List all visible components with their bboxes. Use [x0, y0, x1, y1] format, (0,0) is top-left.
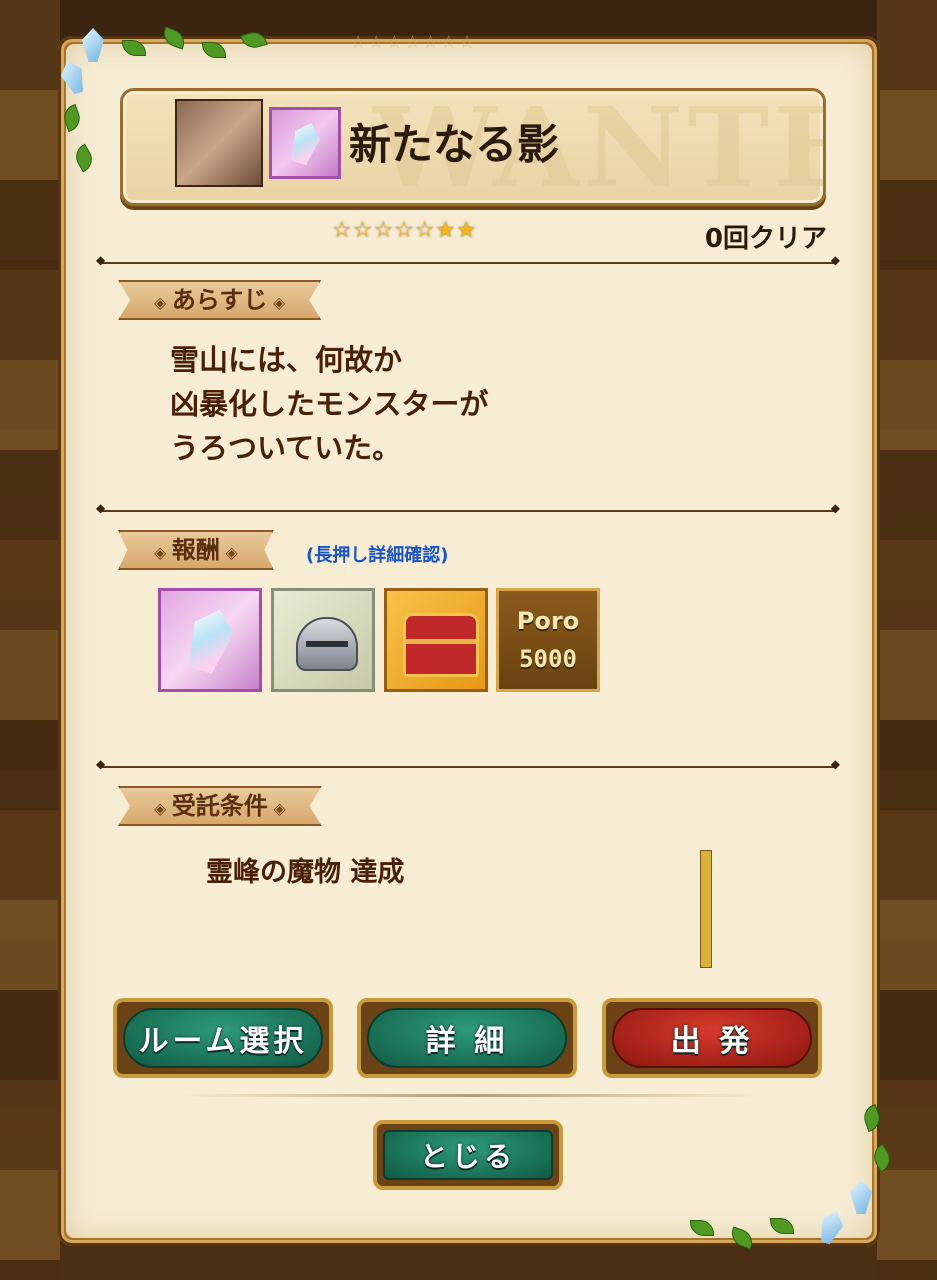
- section-label-story: ◈ あらすじ ◈: [118, 280, 322, 320]
- section-label-rewards: ◈ 報酬 ◈: [118, 530, 274, 570]
- difficulty-stars: ☆☆☆☆☆★★: [332, 218, 478, 243]
- vine-decoration-top-left: [52, 20, 272, 190]
- vine-decoration-bottom-right: [670, 1100, 900, 1270]
- depart-button[interactable]: 出 発: [602, 998, 822, 1078]
- background-right-wall: [877, 0, 937, 1280]
- long-press-hint: (長押し詳細確認): [306, 545, 449, 566]
- condition-scrollbar[interactable]: [700, 850, 712, 968]
- reward-treasure-chest-icon[interactable]: [384, 588, 488, 692]
- reward-crystal-icon[interactable]: [158, 588, 262, 692]
- story-line: 凶暴化したモンスターが: [170, 387, 489, 421]
- poro-label: Poro: [516, 607, 580, 635]
- faint-header-stars: ☆☆☆☆☆☆☆: [350, 32, 477, 53]
- divider: [96, 253, 840, 267]
- details-button[interactable]: 詳 細: [357, 998, 577, 1078]
- room-select-button[interactable]: ルーム選択: [113, 998, 333, 1078]
- story-line: うろついていた。: [170, 431, 402, 465]
- condition-text: 霊峰の魔物 達成: [206, 857, 405, 888]
- divider: [96, 757, 840, 771]
- reward-poro-icon[interactable]: Poro 5000: [496, 588, 600, 692]
- story-line: 雪山には、何故か: [170, 343, 403, 377]
- divider: [180, 1094, 760, 1097]
- reward-helmet-icon[interactable]: [271, 588, 375, 692]
- divider: [96, 501, 840, 515]
- section-label-conditions: ◈ 受託条件 ◈: [118, 786, 322, 826]
- quest-title: 新たなる影: [349, 120, 560, 169]
- background-left-wall: [0, 0, 60, 1280]
- story-text: 雪山には、何故か 凶暴化したモンスターが うろついていた。: [170, 338, 488, 470]
- close-button[interactable]: とじる: [373, 1120, 563, 1190]
- crystal-icon: [269, 107, 341, 179]
- clear-count: 0回クリア: [704, 224, 827, 254]
- poro-amount: 5000: [519, 645, 577, 673]
